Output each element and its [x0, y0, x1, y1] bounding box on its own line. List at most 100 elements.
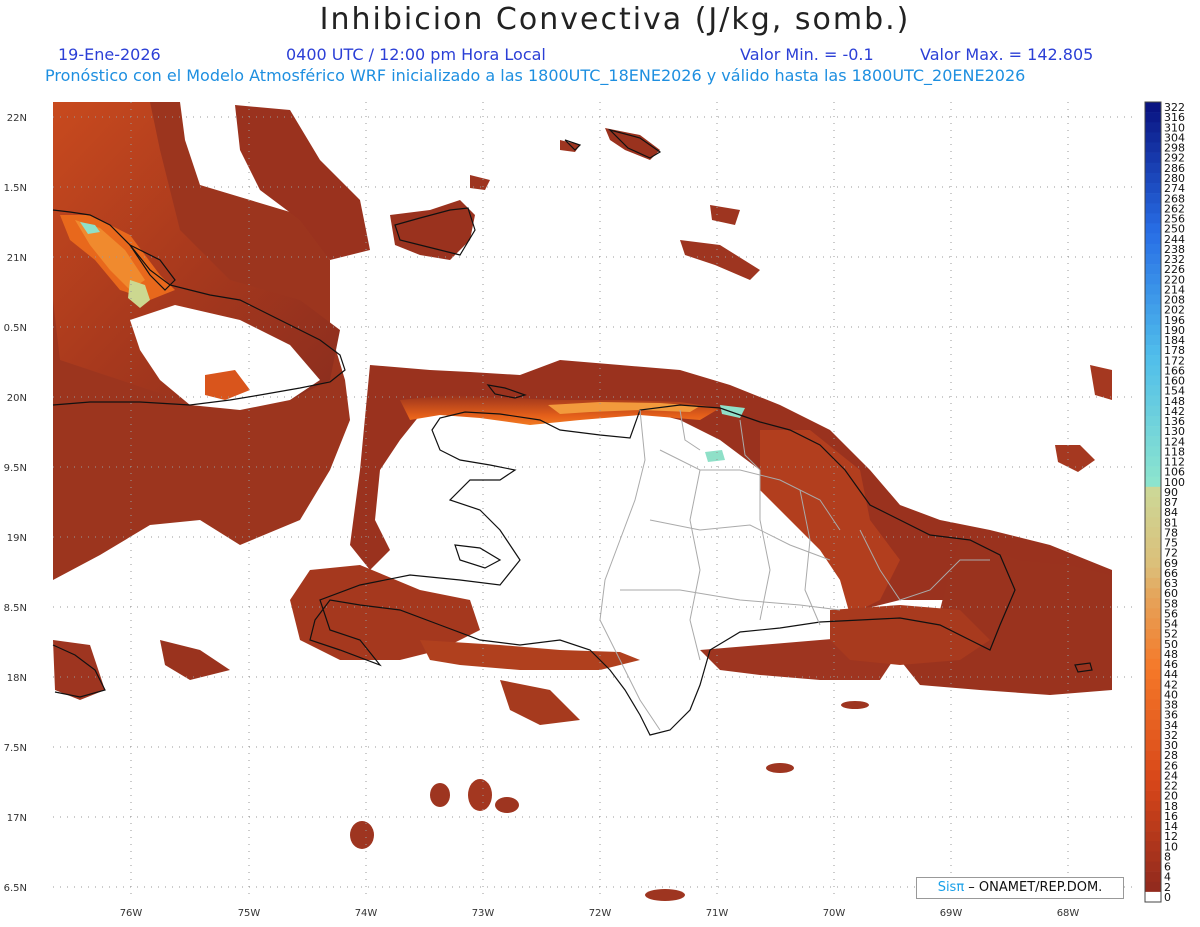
colorbar-swatch [1145, 719, 1161, 731]
colorbar-swatch [1145, 274, 1161, 285]
colorbar-swatch [1145, 385, 1161, 396]
colorbar-swatch [1145, 203, 1161, 214]
lon-label: 72W [589, 908, 612, 919]
colorbar-swatch [1145, 790, 1161, 802]
colorbar-swatch [1145, 476, 1161, 488]
lon-label: 75W [238, 908, 261, 919]
lat-label: 6.5N [4, 883, 27, 894]
lat-label: 20N [7, 393, 27, 404]
credit-box: Sisπ – ONAMET/REP.DOM. [916, 877, 1124, 899]
colorbar-swatch [1145, 739, 1161, 751]
colorbar-swatch [1145, 345, 1161, 356]
colorbar-swatch [1145, 861, 1161, 872]
colorbar-swatch [1145, 193, 1161, 204]
colorbar-swatch [1145, 547, 1161, 558]
colorbar-swatch [1145, 426, 1161, 437]
lat-label: 19N [7, 533, 27, 544]
colorbar-swatch [1145, 658, 1161, 670]
lon-label: 73W [472, 908, 495, 919]
colorbar-swatch [1145, 638, 1161, 650]
colorbar-swatch [1145, 577, 1161, 589]
lon-label: 70W [823, 908, 846, 919]
brand-logo: Sisπ [937, 880, 965, 895]
colorbar-swatch [1145, 162, 1161, 174]
colorbar-swatch [1145, 436, 1161, 447]
colorbar-swatch [1145, 314, 1161, 326]
lat-label: 21N [7, 253, 27, 264]
colorbar-swatch [1145, 831, 1161, 842]
colorbar-swatch [1145, 395, 1161, 407]
colorbar-swatch [1145, 152, 1161, 164]
colorbar-swatch [1145, 841, 1161, 852]
colorbar-label: 0 [1164, 891, 1171, 904]
colorbar-swatch [1145, 618, 1161, 629]
colorbar-swatch [1145, 213, 1161, 224]
map-canvas: 22N 1.5N 21N 0.5N 20N 9.5N 19N 8.5N 18N … [4, 101, 1185, 919]
colorbar-swatch [1145, 446, 1161, 457]
lat-label: 18N [7, 673, 27, 684]
colorbar-swatch [1145, 355, 1161, 366]
colorbar-swatch [1145, 810, 1161, 822]
colorbar-swatch [1145, 324, 1161, 336]
colorbar-swatch [1145, 233, 1161, 245]
colorbar-swatch [1145, 820, 1161, 832]
colorbar-swatch [1145, 729, 1161, 741]
colorbar-swatch [1145, 780, 1161, 791]
lon-label: 68W [1057, 908, 1080, 919]
colorbar-swatch [1145, 142, 1161, 153]
lon-label: 69W [940, 908, 963, 919]
colorbar-swatch [1145, 709, 1161, 721]
colorbar-swatch [1145, 183, 1161, 194]
colorbar-swatch [1145, 871, 1161, 883]
colorbar-swatch [1145, 304, 1161, 315]
colorbar-swatch [1145, 689, 1161, 700]
colorbar-swatch [1145, 456, 1161, 467]
colorbar-swatch [1145, 294, 1161, 305]
colorbar-swatch [1145, 588, 1161, 599]
colorbar-swatch [1145, 851, 1161, 862]
colorbar-swatch [1145, 375, 1161, 386]
colorbar-swatch [1145, 770, 1161, 781]
credit-text: – ONAMET/REP.DOM. [964, 880, 1103, 895]
lat-label: 9.5N [4, 463, 27, 474]
latitude-labels: 22N 1.5N 21N 0.5N 20N 9.5N 19N 8.5N 18N … [4, 113, 27, 894]
lat-label: 1.5N [4, 183, 27, 194]
colorbar-swatch [1145, 334, 1161, 346]
colorbar-swatch [1145, 527, 1161, 538]
colorbar-swatch [1145, 415, 1161, 427]
colorbar-swatch [1145, 132, 1161, 143]
colorbar-swatch [1145, 760, 1161, 771]
colorbar-swatch [1145, 223, 1161, 234]
longitude-labels: 76W 75W 74W 73W 72W 71W 70W 69W 68W [120, 908, 1080, 919]
colorbar-swatch [1145, 486, 1161, 498]
colorbar-swatch [1145, 243, 1161, 255]
colorbar-swatch [1145, 598, 1161, 609]
colorbar-swatch [1145, 496, 1161, 508]
colorbar-swatch [1145, 669, 1161, 680]
colorbar-swatch [1145, 567, 1161, 579]
lat-label: 17N [7, 813, 27, 824]
colorbar-swatch [1145, 405, 1161, 417]
colorbar-swatch [1145, 172, 1161, 184]
colorbar-swatch [1145, 881, 1161, 893]
colorbar-swatch [1145, 466, 1161, 477]
lat-label: 0.5N [4, 323, 27, 334]
colorbar-swatch [1145, 517, 1161, 528]
lon-label: 74W [355, 908, 378, 919]
colorbar-swatch [1145, 537, 1161, 548]
colorbar-swatch [1145, 750, 1161, 761]
lat-label: 22N [7, 113, 27, 124]
colorbar-swatch [1145, 699, 1161, 710]
colorbar-swatch [1145, 112, 1161, 123]
colorbar-swatch [1145, 648, 1161, 660]
lon-label: 76W [120, 908, 143, 919]
colorbar-swatch [1145, 102, 1161, 113]
cin-shading [53, 102, 1112, 901]
colorbar: 3223163103042982922862802742682622562502… [1144, 101, 1185, 904]
colorbar-swatch [1145, 122, 1161, 133]
colorbar-swatch [1145, 284, 1161, 295]
colorbar-swatch [1145, 507, 1161, 518]
colorbar-swatch [1145, 891, 1161, 903]
lon-label: 71W [706, 908, 729, 919]
lat-label: 7.5N [4, 743, 27, 754]
